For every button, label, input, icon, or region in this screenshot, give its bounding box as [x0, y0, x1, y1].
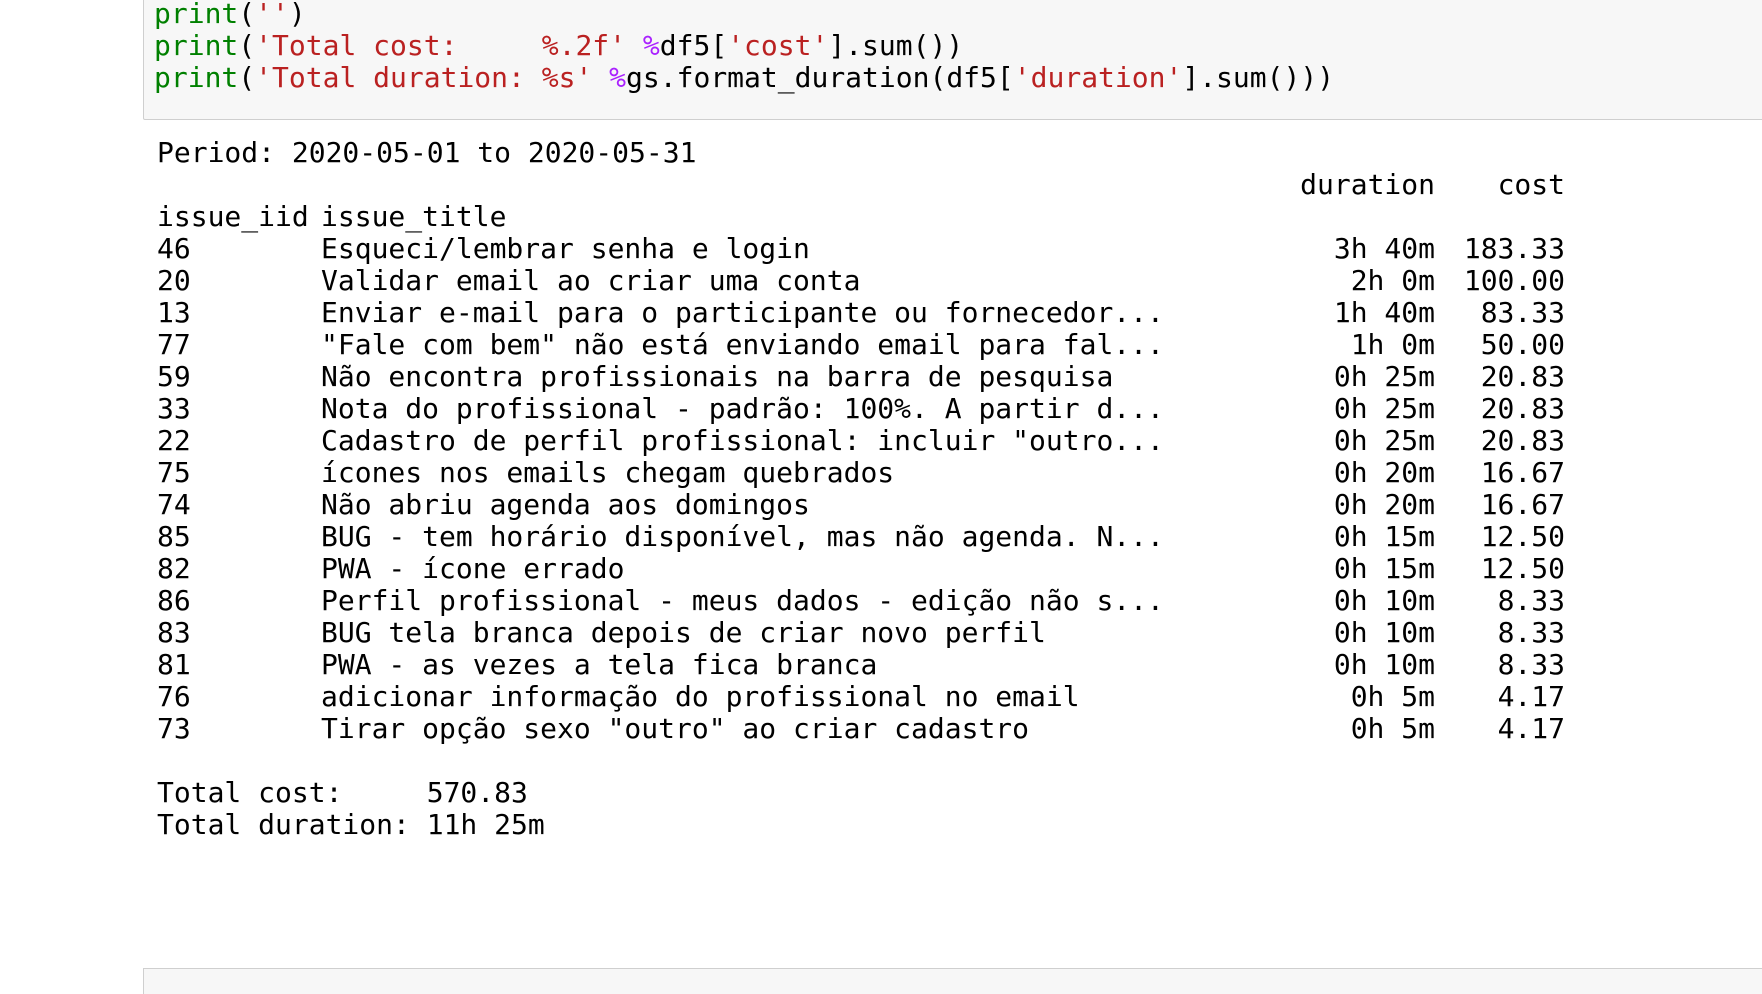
code-line: print('Total cost: %.2f' %df5['cost'].su…: [154, 28, 963, 64]
code-token: print: [154, 29, 239, 62]
period-line: Period: 2020-05-01 to 2020-05-31: [157, 136, 697, 169]
issue-title-cell: BUG - tem horário disponível, mas não ag…: [321, 520, 1164, 553]
code-token: df5[: [659, 29, 728, 62]
code-cell-input[interactable]: print('') print('Total cost: %.2f' %df5['…: [143, 0, 1762, 120]
cost-cell: 20.83: [1480, 360, 1565, 393]
issue-iid-cell: 46: [157, 232, 191, 265]
code-token: (: [238, 0, 256, 30]
code-token: print: [154, 61, 239, 94]
duration-cell: 0h 20m: [1333, 488, 1435, 521]
code-token: '': [255, 0, 289, 30]
duration-cell: 0h 10m: [1333, 616, 1435, 649]
issue-iid-cell: 76: [157, 680, 191, 713]
duration-cell: 0h 5m: [1350, 680, 1435, 713]
issue-title-cell: Perfil profissional - meus dados - ediçã…: [321, 584, 1164, 617]
issue-iid-cell: 22: [157, 424, 191, 457]
cost-cell: 16.67: [1480, 488, 1565, 521]
issue-iid-cell: 85: [157, 520, 191, 553]
issue-title-cell: BUG tela branca depois de criar novo per…: [321, 616, 1046, 649]
issue-title-cell: Nota do profissional - padrão: 100%. A p…: [321, 392, 1164, 425]
duration-cell: 0h 10m: [1333, 584, 1435, 617]
cost-cell: 20.83: [1480, 424, 1565, 457]
issue-iid-cell: 83: [157, 616, 191, 649]
code-token: gs.format_duration(df5[: [626, 61, 1014, 94]
index-header-issue-title: issue_title: [321, 200, 507, 233]
duration-cell: 0h 25m: [1333, 360, 1435, 393]
cost-cell: 8.33: [1497, 648, 1565, 681]
cost-cell: 4.17: [1497, 680, 1565, 713]
code-line: print('Total duration: %s' %gs.format_du…: [154, 60, 1334, 96]
issue-iid-cell: 20: [157, 264, 191, 297]
code-token: ].sum()): [828, 29, 964, 62]
code-token: (: [238, 61, 256, 94]
issue-iid-cell: 59: [157, 360, 191, 393]
cost-cell: 100.00: [1463, 264, 1565, 297]
issue-iid-cell: 13: [157, 296, 191, 329]
issue-title-cell: PWA - ícone errado: [321, 552, 625, 585]
code-token: ): [288, 0, 306, 30]
issue-title-cell: Validar email ao criar uma conta: [321, 264, 861, 297]
issue-title-cell: PWA - as vezes a tela fica branca: [321, 648, 878, 681]
issue-iid-cell: 77: [157, 328, 191, 361]
issue-iid-cell: 74: [157, 488, 191, 521]
issue-title-cell: Esqueci/lembrar senha e login: [321, 232, 810, 265]
code-token: 'Total duration: %s': [255, 61, 593, 94]
next-code-cell[interactable]: [143, 968, 1762, 994]
issue-iid-cell: 75: [157, 456, 191, 489]
duration-cell: 0h 15m: [1333, 552, 1435, 585]
cost-cell: 8.33: [1497, 616, 1565, 649]
issue-title-cell: Cadastro de perfil profissional: incluir…: [321, 424, 1164, 457]
issue-iid-cell: 73: [157, 712, 191, 745]
issue-iid-cell: 81: [157, 648, 191, 681]
total-cost-line: Total cost: 570.83: [157, 776, 528, 809]
duration-cell: 0h 20m: [1333, 456, 1435, 489]
total-duration-line: Total duration: 11h 25m: [157, 808, 545, 841]
code-token: print: [154, 0, 239, 30]
cost-cell: 12.50: [1480, 552, 1565, 585]
code-token: %: [609, 61, 627, 94]
cost-cell: 183.33: [1463, 232, 1565, 265]
code-token: 'cost': [727, 29, 829, 62]
code-token: 'Total cost: %.2f': [255, 29, 627, 62]
issue-title-cell: Não encontra profissionais na barra de p…: [321, 360, 1114, 393]
issue-title-cell: ícones nos emails chegam quebrados: [321, 456, 895, 489]
duration-cell: 0h 15m: [1333, 520, 1435, 553]
cost-cell: 83.33: [1480, 296, 1565, 329]
cost-cell: 50.00: [1480, 328, 1565, 361]
duration-cell: 0h 25m: [1333, 392, 1435, 425]
cost-cell: 20.83: [1480, 392, 1565, 425]
cost-cell: 12.50: [1480, 520, 1565, 553]
duration-cell: 0h 10m: [1333, 648, 1435, 681]
duration-cell: 1h 0m: [1350, 328, 1435, 361]
duration-cell: 0h 25m: [1333, 424, 1435, 457]
duration-cell: 2h 0m: [1350, 264, 1435, 297]
code-token: %: [642, 29, 660, 62]
cost-cell: 4.17: [1497, 712, 1565, 745]
issue-title-cell: "Fale com bem" não está enviando email p…: [321, 328, 1164, 361]
duration-cell: 3h 40m: [1333, 232, 1435, 265]
column-header-duration: duration: [1300, 168, 1435, 201]
code-token: (: [238, 29, 256, 62]
code-token: 'duration': [1013, 61, 1183, 94]
code-token: ].sum())): [1182, 61, 1335, 94]
index-header-issue-iid: issue_iid: [157, 200, 309, 233]
issue-title-cell: Enviar e-mail para o participante ou for…: [321, 296, 1164, 329]
cost-cell: 8.33: [1497, 584, 1565, 617]
cost-cell: 16.67: [1480, 456, 1565, 489]
issue-title-cell: Não abriu agenda aos domingos: [321, 488, 810, 521]
issue-title-cell: Tirar opção sexo "outro" ao criar cadast…: [321, 712, 1030, 745]
column-header-cost: cost: [1497, 168, 1565, 201]
issue-iid-cell: 82: [157, 552, 191, 585]
duration-cell: 1h 40m: [1333, 296, 1435, 329]
issue-title-cell: adicionar informação do profissional no …: [321, 680, 1080, 713]
issue-iid-cell: 86: [157, 584, 191, 617]
issue-iid-cell: 33: [157, 392, 191, 425]
duration-cell: 0h 5m: [1350, 712, 1435, 745]
